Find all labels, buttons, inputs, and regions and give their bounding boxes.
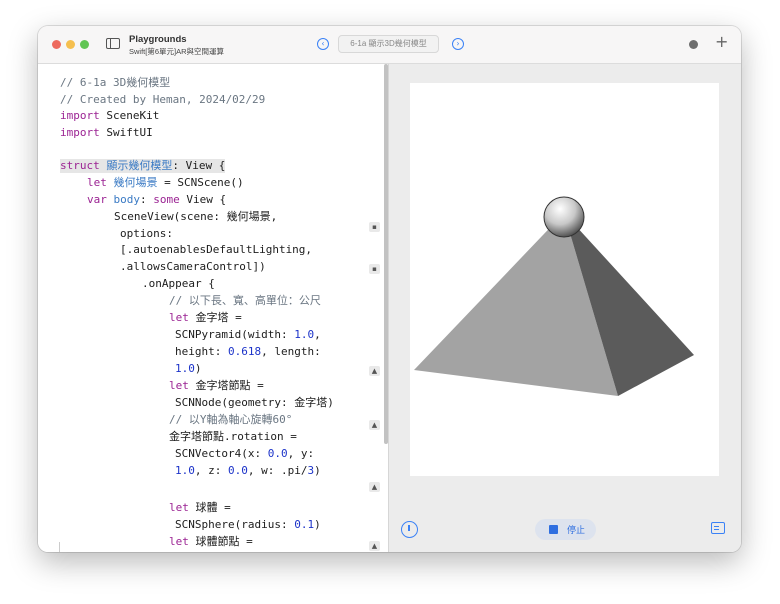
code-line: let 幾何場景 = SCNScene() [87, 176, 244, 190]
code-text: View { [179, 193, 227, 206]
code-line: options: [120, 227, 173, 240]
code-text: ) [314, 518, 321, 531]
add-button[interactable]: + [715, 33, 728, 51]
code-text: , y: [287, 447, 315, 460]
code-line: 金字塔節點.rotation = [169, 430, 297, 443]
gauge-icon[interactable] [401, 521, 418, 538]
code-line: .allowsCameraControl]) [120, 260, 266, 273]
code-text: , length: [261, 345, 321, 358]
code-line: let 球體節點 = [169, 535, 253, 549]
code-comment: // Created by Heman, 2024/02/29 [60, 93, 266, 106]
photo-icon[interactable]: ▲ [369, 482, 380, 492]
number-literal: 0.0 [228, 464, 248, 477]
sidebar-toggle-icon[interactable] [106, 38, 120, 49]
titlebar: Playgrounds Swift[第6單元]AR與空間運算 ‹ 6-1a 顯示… [38, 26, 741, 64]
keyword: import [60, 109, 100, 122]
code-line: 1.0) [175, 362, 202, 376]
number-literal: 0.1 [294, 518, 315, 531]
keyword: let [169, 311, 189, 324]
stop-icon [549, 525, 558, 534]
forward-chevron-icon[interactable]: › [452, 38, 464, 50]
code-text: 金字塔 = [188, 311, 242, 324]
photo-icon[interactable]: ▲ [369, 420, 380, 430]
code-line: import SwiftUI [60, 126, 153, 140]
console-icon[interactable] [711, 522, 725, 534]
code-text: , w: .pi/ [247, 464, 308, 477]
code-text: ) [194, 362, 202, 375]
keyword: let [169, 535, 189, 548]
code-comment: // 以下長、寬、高單位：公尺 [169, 294, 321, 307]
playground-subtitle: Swift[第6單元]AR與空間運算 [129, 47, 225, 56]
code-comment: // 以Y軸為軸心旋轉60° [169, 413, 293, 426]
identifier: SceneKit [106, 109, 160, 122]
code-text: , z: [194, 464, 228, 477]
code-text: 球體節點 = [188, 535, 253, 548]
code-line: SCNPyramid(width: 1.0, [175, 328, 321, 342]
code-text: SCNSphere(radius: [175, 518, 295, 531]
current-page-title[interactable]: 6-1a 顯示3D幾何模型 [338, 35, 439, 53]
variable-name: body [113, 193, 141, 206]
code-text: = SCNScene() [157, 176, 244, 189]
sphere [543, 196, 585, 238]
live-view-panel: 停止 [389, 64, 741, 552]
code-comment: // 6-1a 3D幾何模型 [60, 76, 171, 89]
keyword: struct [60, 159, 100, 172]
scene-render [414, 196, 694, 396]
code-text: : [140, 193, 154, 206]
number-literal: 0.0 [267, 447, 288, 460]
photo-icon[interactable]: ▲ [369, 366, 380, 376]
code-line: height: 0.618, length: [175, 345, 321, 359]
keyword: var [87, 193, 107, 206]
code-editor[interactable]: // 6-1a 3D幾何模型 // Created by Heman, 2024… [38, 64, 388, 552]
indent-guide [59, 542, 60, 552]
number-literal: 1.0 [175, 362, 195, 375]
cube-icon[interactable]: ▪ [369, 264, 380, 274]
keyword: import [60, 126, 100, 139]
code-line: [.autoenablesDefaultLighting, [120, 243, 313, 256]
code-line: SCNVector4(x: 0.0, y: [175, 447, 314, 461]
code-line: SceneView(scene: 幾何場景, [114, 210, 278, 223]
status-indicator-icon [689, 40, 698, 49]
keyword: some [153, 193, 180, 206]
stop-button[interactable]: 停止 [535, 519, 596, 540]
code-text: ) [314, 464, 321, 477]
cube-icon[interactable]: ▪ [369, 222, 380, 232]
code-line: let 金字塔 = [169, 311, 242, 325]
code-line: SCNSphere(radius: 0.1) [175, 518, 321, 532]
code-text: , [314, 328, 321, 341]
code-line-highlighted: struct 顯示幾何模型: View { [60, 159, 226, 173]
code-line: 1.0, z: 0.0, w: .pi/3) [175, 464, 321, 478]
keyword: let [87, 176, 107, 189]
zoom-window-button[interactable] [80, 40, 89, 49]
close-window-button[interactable] [52, 40, 61, 49]
number-literal: 1.0 [175, 464, 195, 477]
code-line: import SceneKit [60, 109, 159, 123]
code-text: 球體 = [188, 501, 231, 514]
code-text: : View { [172, 159, 226, 172]
number-literal: 1.0 [294, 328, 315, 341]
code-line: SCNNode(geometry: 金字塔) [175, 396, 334, 409]
photo-icon[interactable]: ▲ [369, 541, 380, 551]
code-text: 金字塔節點 = [188, 379, 264, 392]
code-line: var body: some View { [87, 193, 226, 207]
playground-window: Playgrounds Swift[第6單元]AR與空間運算 ‹ 6-1a 顯示… [38, 26, 741, 552]
app-title: Playgrounds [129, 34, 187, 45]
keyword: let [169, 379, 189, 392]
code-line: let 金字塔節點 = [169, 379, 264, 393]
struct-name: 顯示幾何模型 [106, 159, 173, 172]
code-line: let 球體 = [169, 501, 231, 515]
variable-name: 幾何場景 [113, 176, 158, 189]
keyword: let [169, 501, 189, 514]
code-text: SCNVector4(x: [175, 447, 268, 460]
code-text: height: [175, 345, 228, 358]
scene-view[interactable] [410, 83, 719, 476]
number-literal: 0.618 [227, 345, 262, 358]
stop-label: 停止 [567, 525, 586, 535]
identifier: SwiftUI [106, 126, 153, 139]
code-text: SCNPyramid(width: [175, 328, 295, 341]
code-line: .onAppear { [142, 277, 215, 290]
back-chevron-icon[interactable]: ‹ [317, 38, 329, 50]
minimize-window-button[interactable] [66, 40, 75, 49]
